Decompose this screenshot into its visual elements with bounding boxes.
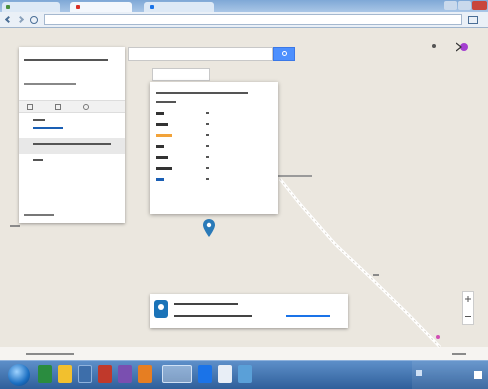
browser-tab[interactable]	[144, 2, 214, 12]
bottom-line-1-mark	[174, 303, 238, 305]
system-tray	[412, 361, 488, 389]
selected-sub-mark	[33, 159, 43, 161]
zoom-out-icon[interactable]	[465, 316, 471, 317]
map-corner-logo-icon[interactable]	[456, 41, 468, 53]
settings-dot-icon[interactable]	[432, 44, 436, 48]
popup-row-value-mark	[206, 123, 209, 125]
panel-subtitle-line	[24, 83, 76, 85]
taskbar-app-icon[interactable]	[118, 365, 132, 383]
panel-footer-mark[interactable]	[24, 214, 54, 216]
zoom-in-icon[interactable]	[465, 296, 471, 302]
bottom-line-2-mark	[174, 315, 252, 317]
selected-line-mark	[33, 143, 111, 145]
map-canvas[interactable]	[0, 29, 488, 360]
search-button[interactable]	[273, 47, 295, 61]
address-bar	[0, 12, 488, 28]
tray-volume-icon[interactable]	[416, 370, 422, 376]
popup-row-swatch	[156, 134, 172, 137]
tray-flag-icon[interactable]	[474, 371, 482, 379]
map-label	[272, 175, 312, 177]
left-results-panel	[19, 47, 125, 223]
popup-row-swatch	[156, 112, 164, 115]
tab-favicon-icon	[6, 5, 10, 9]
reload-icon[interactable]	[30, 16, 38, 24]
popup-row-value-mark	[206, 156, 209, 158]
zoom-control	[462, 291, 474, 325]
popup-row-value-mark	[206, 178, 209, 180]
bottom-info-bar	[150, 294, 348, 328]
taskbar-app-icon[interactable]	[58, 365, 72, 383]
popup-row-swatch	[156, 123, 168, 126]
taskbar-app-icon[interactable]	[238, 365, 252, 383]
taskbar	[0, 360, 488, 389]
back-arrow-icon[interactable]	[4, 15, 13, 24]
info-popup	[150, 82, 278, 214]
map-footer-mark	[26, 353, 74, 355]
directions-icon[interactable]	[27, 104, 33, 110]
popup-row-value-mark	[206, 112, 209, 114]
browser-tab-strip	[0, 0, 488, 12]
popup-title-line	[156, 92, 248, 94]
share-icon[interactable]	[83, 104, 89, 110]
popup-row-value-mark	[206, 167, 209, 169]
map-app-icon	[154, 300, 168, 318]
forward-arrow-icon[interactable]	[16, 15, 25, 24]
maximize-button[interactable]	[458, 1, 471, 10]
tab-favicon-icon	[76, 5, 80, 9]
map-scale-mark	[452, 353, 466, 355]
taskbar-app-icon[interactable]	[38, 365, 52, 383]
popup-row-swatch	[156, 167, 172, 170]
bookmark-icon[interactable]	[468, 16, 478, 24]
taskbar-app-icon[interactable]	[98, 365, 112, 383]
save-icon[interactable]	[55, 104, 61, 110]
panel-title-line	[24, 59, 108, 61]
map-label	[373, 274, 379, 276]
bottom-link-mark[interactable]	[286, 315, 330, 317]
taskbar-app-icon[interactable]	[78, 365, 92, 383]
taskbar-app-icon[interactable]	[138, 365, 152, 383]
popup-subtitle-line	[156, 101, 176, 103]
browser-tab-active[interactable]	[70, 2, 132, 12]
browser-tab[interactable]	[2, 2, 60, 12]
view-toggle[interactable]	[152, 68, 210, 81]
popup-row-value-mark	[206, 134, 209, 136]
phone-line-mark[interactable]	[33, 127, 63, 129]
map-footer	[0, 347, 488, 360]
search-input[interactable]	[128, 47, 273, 61]
tab-favicon-icon	[150, 5, 154, 9]
popup-row-swatch	[156, 145, 164, 148]
popup-row-swatch	[156, 156, 168, 159]
minimize-button[interactable]	[444, 1, 457, 10]
selected-result[interactable]	[19, 138, 125, 154]
taskbar-browser-active-icon[interactable]	[162, 365, 192, 383]
windows-start-icon[interactable]	[8, 364, 30, 386]
popup-row-swatch	[156, 178, 164, 181]
taskbar-app-icon[interactable]	[218, 365, 232, 383]
map-pin-icon[interactable]	[203, 219, 215, 237]
url-field[interactable]	[44, 14, 462, 25]
map-label	[10, 225, 20, 227]
address-line-mark	[33, 119, 45, 121]
panel-toolbar	[19, 100, 125, 113]
close-window-button[interactable]	[472, 1, 487, 10]
popup-row-value-mark	[206, 145, 209, 147]
search-icon	[282, 51, 287, 56]
route-end-marker-icon	[436, 335, 440, 339]
taskbar-app-icon[interactable]	[198, 365, 212, 383]
